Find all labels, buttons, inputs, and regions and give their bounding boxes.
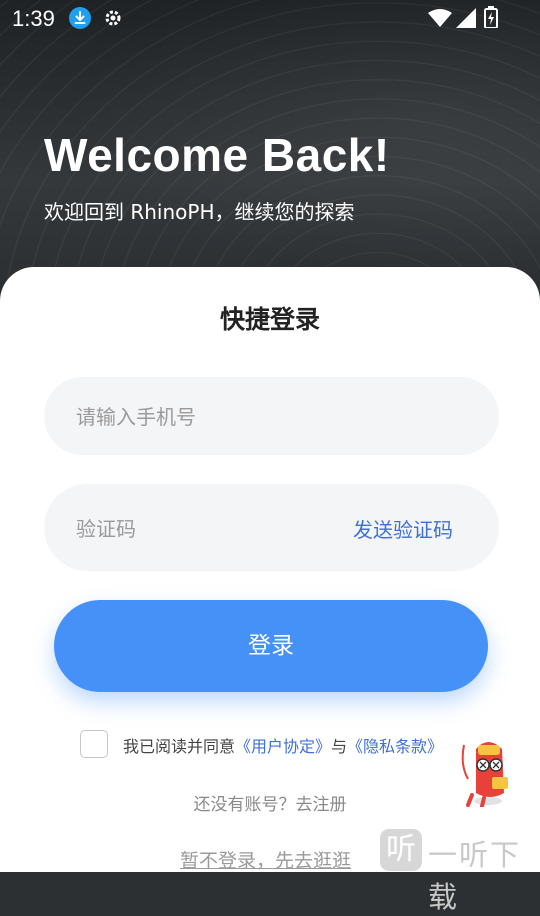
signal-icon xyxy=(456,8,476,32)
agreement-text: 我已阅读并同意《用户协定》与《隐私条款》 xyxy=(123,733,443,757)
code-field[interactable]: 发送验证码 xyxy=(44,484,499,573)
status-time: 1:39 xyxy=(12,6,55,31)
watermark-icon: 听 xyxy=(380,829,422,871)
privacy-policy-link[interactable]: 《隐私条款》 xyxy=(347,737,443,756)
status-bar: 1:39 xyxy=(0,0,540,38)
welcome-title: Welcome Back! xyxy=(44,129,390,181)
welcome-subtitle: 欢迎回到 RhinoPH，继续您的探索 xyxy=(44,200,355,224)
download-icon xyxy=(69,7,91,29)
agreement-checkbox[interactable] xyxy=(80,730,108,758)
login-title: 快捷登录 xyxy=(219,305,320,334)
user-agreement-link[interactable]: 《用户协定》 xyxy=(235,737,331,756)
phone-input[interactable] xyxy=(74,377,338,457)
send-code-button[interactable]: 发送验证码 xyxy=(353,514,453,543)
gear-icon xyxy=(102,7,124,29)
phone-field[interactable] xyxy=(44,377,499,457)
agreement-conjunction: 与 xyxy=(331,737,348,756)
wifi-icon xyxy=(428,9,452,31)
watermark-text: 一听下载 xyxy=(428,838,522,914)
agreement-prefix: 我已阅读并同意 xyxy=(123,737,236,756)
login-button[interactable]: 登录 xyxy=(54,600,488,692)
code-input[interactable] xyxy=(74,484,338,573)
red-envelope-mascot-icon[interactable] xyxy=(458,735,518,811)
battery-icon xyxy=(484,6,498,32)
skip-login-link[interactable]: 暂不登录，先去逛逛 xyxy=(180,846,351,873)
